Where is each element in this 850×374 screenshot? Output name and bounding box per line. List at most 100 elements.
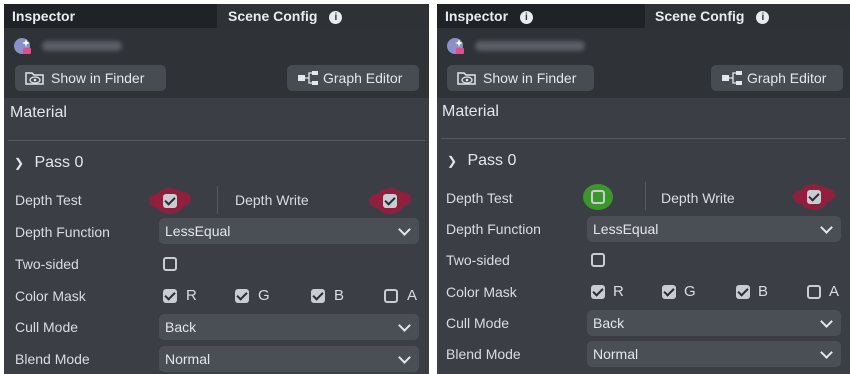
color-mask-a-label: A [407, 287, 418, 304]
cull-mode-label: Cull Mode [15, 319, 79, 335]
color-mask-a-checkbox[interactable] [807, 285, 821, 299]
color-mask-b-label: B [334, 287, 345, 304]
graph-nodes-icon [298, 71, 318, 85]
material-sparkle-icon [14, 38, 31, 54]
color-mask-b-label: B [758, 283, 769, 300]
chevron-down-icon [398, 319, 411, 332]
folder-eye-icon [25, 72, 44, 85]
inspector-panel-right: Inspector i Scene Config i Show in Finde… [437, 4, 850, 374]
two-sided-checkbox[interactable] [163, 257, 177, 271]
info-icon[interactable]: i [756, 10, 770, 24]
chevron-down-icon [398, 351, 411, 364]
color-mask-label: Color Mask [15, 288, 86, 304]
divider [217, 186, 218, 214]
asset-header [4, 28, 429, 62]
blend-mode-value: Normal [165, 351, 211, 367]
color-mask-label: Color Mask [446, 284, 517, 300]
cull-mode-value: Back [165, 319, 197, 335]
depth-test-checkbox[interactable] [591, 190, 605, 204]
tab-scene-config[interactable]: Scene Config i [220, 4, 429, 28]
color-mask-r-checkbox[interactable] [591, 285, 605, 299]
tab-bar: Inspector Scene Config i [4, 4, 429, 28]
section-title: Material [442, 103, 499, 120]
color-mask-a-label: A [829, 283, 840, 300]
show-in-finder-button[interactable]: Show in Finder [447, 65, 594, 91]
cull-mode-value: Back [593, 315, 625, 331]
chevron-down-icon[interactable]: ❯ [447, 154, 463, 168]
tab-inspector-label: Inspector [12, 8, 76, 24]
color-mask-g-checkbox[interactable] [235, 289, 249, 303]
info-icon[interactable]: i [329, 10, 343, 24]
pass-label: Pass 0 [34, 154, 84, 171]
blend-mode-label: Blend Mode [15, 351, 90, 367]
show-in-finder-button[interactable]: Show in Finder [15, 65, 166, 91]
color-mask-r-label: R [613, 283, 624, 300]
graph-editor-label: Graph Editor [747, 70, 827, 86]
depth-test-label: Depth Test [446, 190, 513, 206]
color-mask-g-label: G [684, 283, 696, 300]
pass-header[interactable]: ❯ Pass 0 [447, 152, 516, 170]
graph-editor-label: Graph Editor [323, 70, 403, 86]
asset-name-blurred [475, 41, 585, 51]
chevron-down-icon [820, 346, 833, 359]
tab-inspector[interactable]: Inspector [4, 4, 217, 28]
color-mask-b-checkbox[interactable] [736, 285, 750, 299]
two-sided-label: Two-sided [15, 256, 79, 272]
depth-function-value: LessEqual [593, 221, 659, 237]
two-sided-checkbox[interactable] [591, 253, 605, 267]
toolbar: Show in Finder Graph Editor [437, 62, 850, 98]
graph-editor-button[interactable]: Graph Editor [711, 65, 843, 91]
tab-scene-config-label: Scene Config [655, 8, 745, 24]
color-mask-a-checkbox[interactable] [384, 289, 398, 303]
graph-editor-button[interactable]: Graph Editor [287, 65, 419, 91]
blend-mode-select[interactable]: Normal [159, 346, 419, 372]
two-sided-label: Two-sided [446, 252, 510, 268]
color-mask-r-label: R [186, 287, 197, 304]
depth-test-checkbox[interactable] [163, 194, 177, 208]
depth-function-label: Depth Function [446, 221, 541, 237]
graph-nodes-icon [722, 71, 742, 85]
depth-write-label: Depth Write [235, 192, 309, 208]
chevron-down-icon[interactable]: ❯ [14, 156, 30, 170]
info-icon[interactable]: i [519, 10, 533, 24]
cull-mode-label: Cull Mode [446, 315, 510, 331]
inspector-panel-left: Inspector Scene Config i Show in Finder [4, 4, 429, 374]
show-in-finder-label: Show in Finder [51, 70, 145, 86]
cull-mode-select[interactable]: Back [159, 314, 419, 340]
color-mask-g-label: G [258, 287, 270, 304]
chevron-down-icon [820, 315, 833, 328]
color-mask-g-checkbox[interactable] [662, 285, 676, 299]
depth-write-checkbox[interactable] [383, 194, 397, 208]
divider [441, 138, 846, 139]
divider [8, 140, 425, 141]
tab-inspector-label: Inspector [445, 8, 509, 24]
toolbar: Show in Finder Graph Editor [4, 62, 429, 98]
asset-header [437, 28, 850, 62]
asset-name-blurred [42, 41, 122, 51]
pass-header[interactable]: ❯ Pass 0 [14, 154, 83, 172]
cull-mode-select[interactable]: Back [587, 310, 841, 336]
depth-function-select[interactable]: LessEqual [159, 218, 419, 244]
pass-label: Pass 0 [467, 152, 517, 169]
material-sparkle-icon [447, 38, 464, 54]
color-mask-r-checkbox[interactable] [163, 289, 177, 303]
tab-inspector[interactable]: Inspector i [437, 4, 645, 28]
chevron-down-icon [398, 223, 411, 236]
blend-mode-select[interactable]: Normal [587, 341, 841, 367]
depth-function-select[interactable]: LessEqual [587, 216, 841, 242]
tab-bar: Inspector i Scene Config i [437, 4, 850, 28]
tab-scene-config-label: Scene Config [228, 8, 318, 24]
folder-eye-icon [457, 72, 476, 85]
divider [645, 182, 646, 210]
depth-test-label: Depth Test [15, 192, 82, 208]
depth-write-label: Depth Write [661, 190, 735, 206]
depth-function-value: LessEqual [165, 223, 231, 239]
blend-mode-label: Blend Mode [446, 346, 521, 362]
blend-mode-value: Normal [593, 346, 639, 362]
section-title: Material [10, 104, 67, 121]
tab-scene-config[interactable]: Scene Config i [647, 4, 850, 28]
chevron-down-icon [820, 221, 833, 234]
depth-write-checkbox[interactable] [807, 190, 821, 204]
color-mask-b-checkbox[interactable] [311, 289, 325, 303]
show-in-finder-label: Show in Finder [483, 70, 577, 86]
